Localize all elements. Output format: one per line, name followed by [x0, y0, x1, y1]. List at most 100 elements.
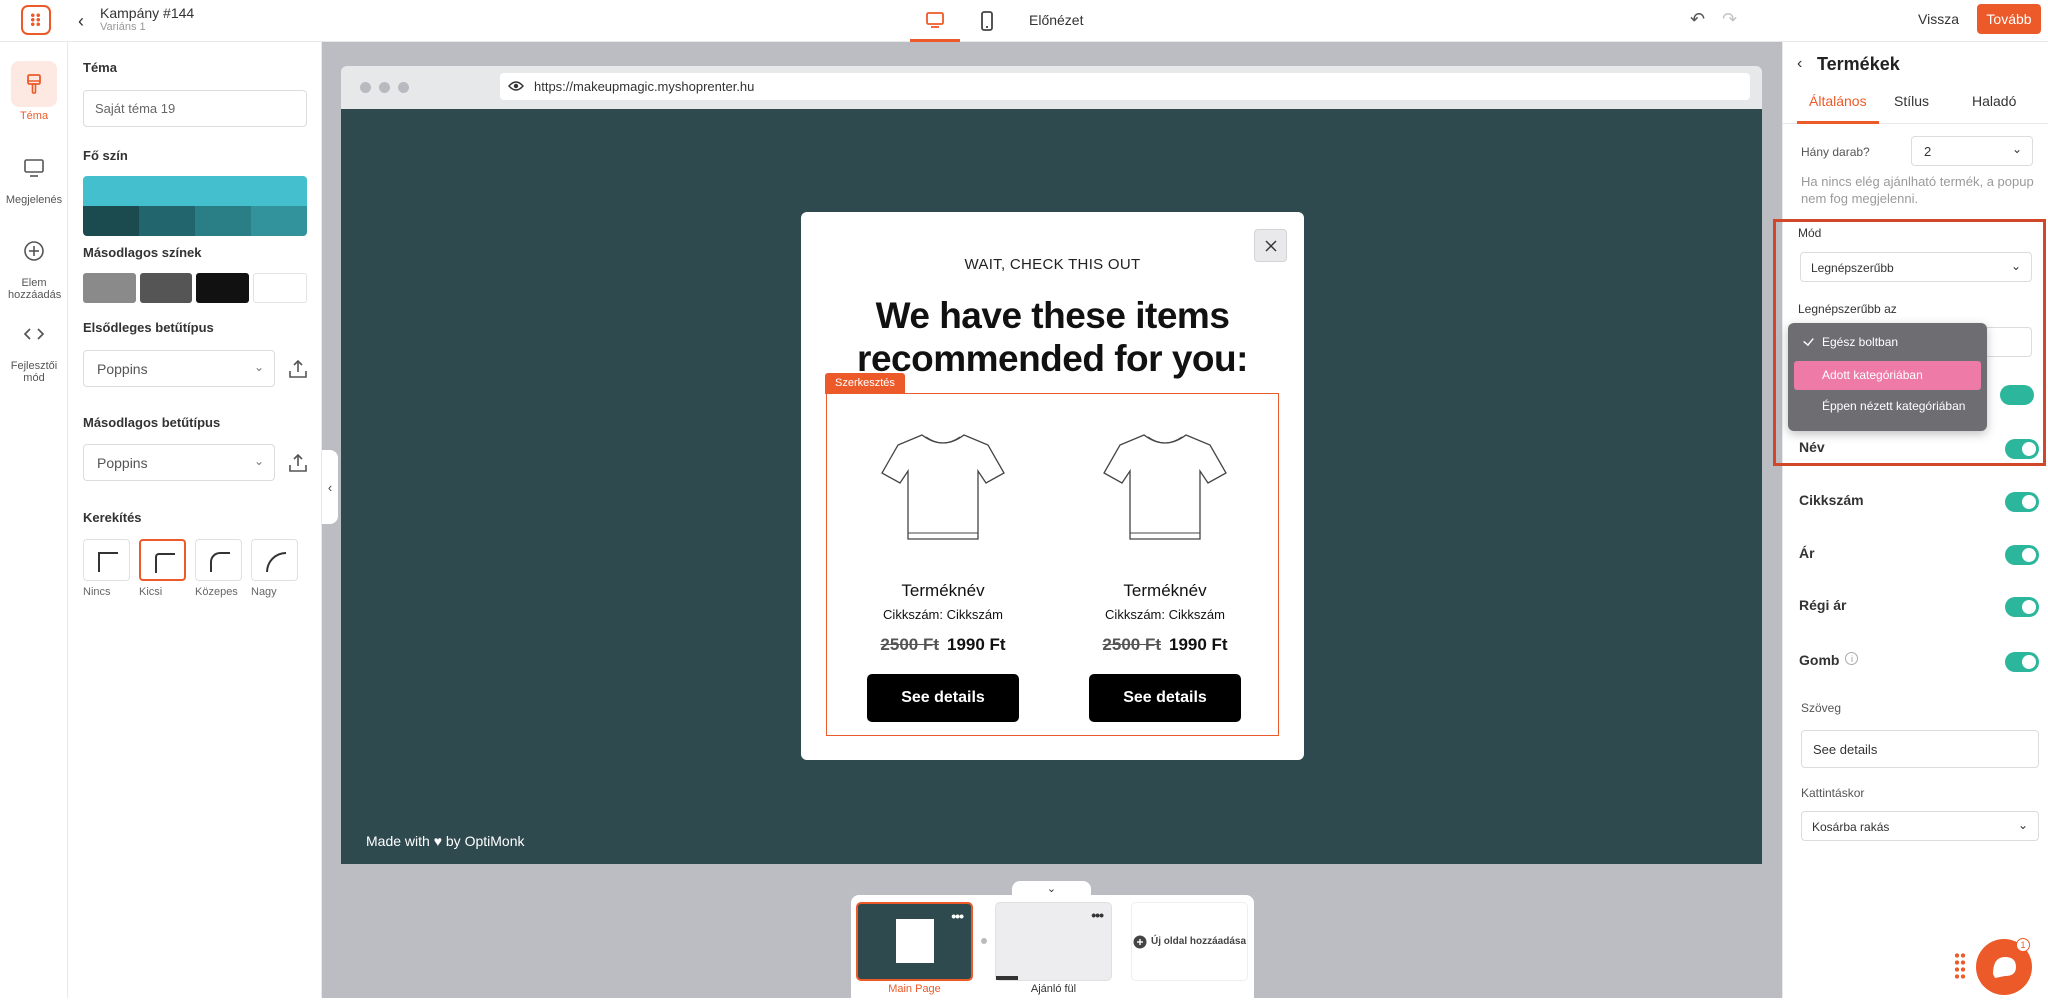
shade-swatch[interactable]: [83, 206, 139, 236]
page-strip: ••• Main Page ••• Ajánló fül Új oldal ho…: [851, 895, 1254, 998]
price-toggle[interactable]: [2005, 545, 2039, 565]
main-color-swatch[interactable]: [83, 176, 307, 206]
option-label: Éppen nézett kategóriában: [1822, 399, 1966, 413]
page-label: Main Page: [888, 983, 941, 995]
upload-icon[interactable]: [286, 451, 310, 475]
settings-panel: ‹ Termékek Általános Stílus Haladó Hány …: [1782, 42, 2048, 998]
drag-handle-icon[interactable]: [1954, 952, 1966, 980]
secondary-font-select[interactable]: Poppins ⌄: [83, 444, 275, 481]
primary-font-value: Poppins: [97, 361, 148, 377]
rounding-title: Kerekítés: [83, 510, 142, 525]
page-thumb-main[interactable]: •••: [856, 902, 973, 981]
secondary-color-swatch[interactable]: [83, 273, 136, 303]
on-click-label: Kattintáskor: [1801, 786, 1865, 800]
theme-name-field[interactable]: Saját téma 19: [83, 90, 307, 127]
rounding-preview: [195, 539, 242, 581]
sku-toggle[interactable]: [2005, 492, 2039, 512]
shade-swatch[interactable]: [195, 206, 251, 236]
rounding-label: Nagy: [251, 586, 277, 598]
check-icon: [1803, 334, 1814, 347]
back-chevron-icon[interactable]: ‹: [1797, 55, 1802, 73]
button-toggle[interactable]: [2005, 652, 2039, 672]
more-icon[interactable]: •••: [1091, 907, 1104, 923]
tab-advanced[interactable]: Haladó: [1972, 93, 2016, 109]
thumb-tab-preview: [996, 976, 1018, 980]
preview-button[interactable]: Előnézet: [1029, 12, 1083, 28]
close-icon: [1265, 240, 1276, 251]
desktop-view-button[interactable]: [910, 0, 960, 42]
page-thumb-tab[interactable]: •••: [995, 902, 1112, 981]
product-price: 1990 Ft: [947, 635, 1006, 654]
mobile-view-button[interactable]: [962, 0, 1012, 42]
edit-tag[interactable]: Szerkesztés: [825, 373, 905, 394]
page-connector-dot: [981, 938, 987, 944]
product-sku: Cikkszám: Cikkszám: [883, 607, 1003, 622]
product-card: Terméknév Cikkszám: Cikkszám 2500 Ft 1990…: [1075, 394, 1255, 722]
count-help-text: Ha nincs elég ajánlható termék, a popup …: [1801, 174, 2034, 206]
rounding-preview: [139, 539, 186, 581]
add-page-button[interactable]: Új oldal hozzáadása: [1131, 902, 1248, 981]
rail-item-developer-mode[interactable]: Fejlesztői mód: [0, 311, 68, 384]
back-chevron-icon[interactable]: ‹: [78, 11, 84, 32]
shade-swatch[interactable]: [139, 206, 195, 236]
secondary-font-title: Másodlagos betűtípus: [83, 415, 221, 430]
optimonk-logo[interactable]: [21, 5, 51, 35]
primary-font-title: Elsődleges betűtípus: [83, 320, 214, 335]
secondary-color-swatch[interactable]: [139, 273, 192, 303]
product-prices: 2500 Ft 1990 Ft: [1075, 635, 1255, 655]
rounding-option-small[interactable]: Kicsi: [139, 539, 186, 598]
rail-item-theme[interactable]: Téma: [0, 61, 68, 122]
button-text-field[interactable]: See details: [1801, 730, 2039, 768]
variant-name: Variáns 1: [100, 21, 146, 33]
rail-item-appearance[interactable]: Megjelenés: [0, 145, 68, 206]
brush-icon: [27, 74, 41, 94]
rounding-option-none[interactable]: Nincs: [83, 539, 130, 598]
on-click-select[interactable]: Kosárba rakás ⌄: [1801, 811, 2039, 841]
next-button[interactable]: Tovább: [1977, 4, 2041, 34]
info-icon[interactable]: i: [1845, 652, 1859, 665]
count-select[interactable]: 2 ⌄: [1911, 136, 2033, 166]
see-details-button[interactable]: See details: [1089, 674, 1241, 722]
rounding-option-large[interactable]: Nagy: [251, 539, 298, 598]
tshirt-image: [881, 434, 1005, 540]
old-price-toggle[interactable]: [2005, 597, 2039, 617]
tab-style[interactable]: Stílus: [1894, 93, 1929, 109]
option-label: Egész boltban: [1822, 335, 1899, 349]
rail-label: Elem hozzáadás: [8, 277, 62, 301]
eye-icon: [508, 81, 524, 91]
popup-kicker[interactable]: WAIT, CHECK THIS OUT: [801, 256, 1304, 273]
chevron-down-icon: ⌄: [2011, 142, 2022, 156]
secondary-color-swatch[interactable]: [252, 273, 307, 303]
rounding-option-medium[interactable]: Közepes: [195, 539, 242, 598]
main-color-shades: [83, 206, 307, 236]
url-bar[interactable]: https://makeupmagic.myshoprenter.hu: [500, 73, 1750, 100]
more-icon[interactable]: •••: [951, 908, 964, 924]
secondary-color-swatch[interactable]: [196, 273, 249, 303]
primary-font-select[interactable]: Poppins ⌄: [83, 350, 275, 387]
dropdown-option-given-category[interactable]: Adott kategóriában: [1794, 361, 1981, 390]
product-block[interactable]: Terméknév Cikkszám: Cikkszám 2500 Ft 1990…: [826, 393, 1279, 736]
tab-general[interactable]: Általános: [1809, 93, 1867, 109]
undo-icon[interactable]: ↶: [1690, 9, 1705, 30]
toggle-label: Gomb: [1799, 652, 1840, 668]
plus-circle-icon: [24, 241, 44, 261]
dropdown-option-viewed-category[interactable]: Éppen nézett kategóriában: [1794, 392, 1981, 421]
window-dot: [379, 82, 390, 93]
collapse-panel-button[interactable]: ‹: [322, 450, 338, 524]
window-dot: [398, 82, 409, 93]
rounding-preview: [83, 539, 130, 581]
upload-icon[interactable]: [286, 357, 310, 381]
secondary-colors: [83, 273, 307, 303]
dropdown-option-whole-store[interactable]: Egész boltban: [1794, 328, 1981, 357]
back-button[interactable]: Vissza: [1918, 11, 1959, 27]
page-label: Ajánló fül: [1030, 983, 1077, 995]
popup-headline[interactable]: We have these items recommended for you:: [821, 294, 1284, 380]
rail-item-add-element[interactable]: Elem hozzáadás: [0, 228, 68, 301]
see-details-button[interactable]: See details: [867, 674, 1019, 722]
recommendation-popup: WAIT, CHECK THIS OUT We have these items…: [801, 212, 1304, 760]
product-old-price: 2500 Ft: [880, 635, 939, 654]
browser-bar: https://makeupmagic.myshoprenter.hu: [341, 66, 1762, 109]
shade-swatch[interactable]: [251, 206, 307, 236]
redo-icon[interactable]: ↷: [1722, 9, 1737, 30]
monitor-icon: [24, 159, 44, 177]
